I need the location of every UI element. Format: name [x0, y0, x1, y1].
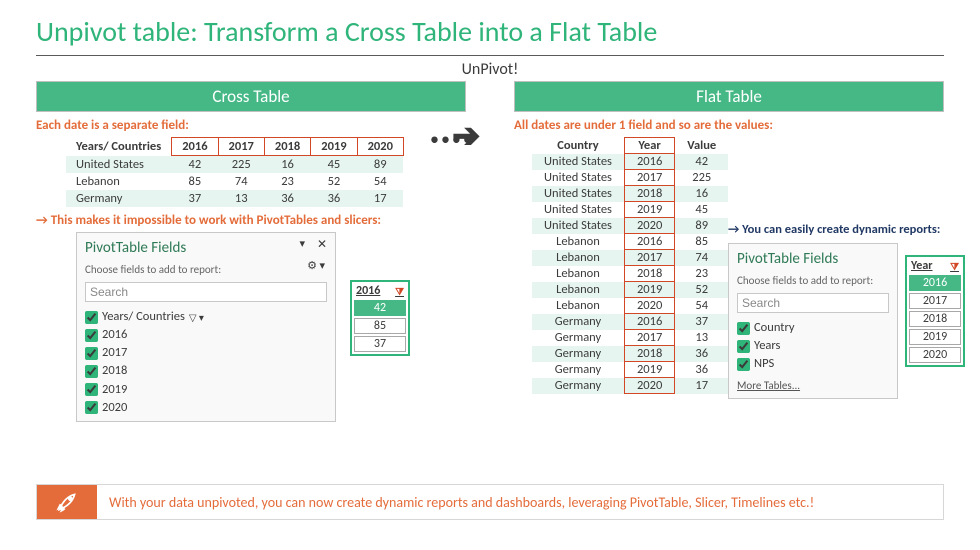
flat-col-head: Year: [624, 138, 674, 154]
table-row: Lebanon201685: [532, 234, 728, 250]
table-row: Germany201936: [532, 362, 728, 378]
table-row: United States2017225: [532, 170, 728, 186]
pivot-fields-panel[interactable]: ▾ ✕ PivotTable Fields Choose fields to a…: [76, 232, 336, 422]
table-row: Lebanon202054: [532, 298, 728, 314]
slicer-item[interactable]: 85: [354, 318, 406, 334]
table-row: Germany201637: [532, 314, 728, 330]
cross-year-head: 2017: [218, 138, 264, 156]
cross-caption2: → This makes it impossible to work with …: [36, 207, 466, 232]
pivot-fields-panel-right[interactable]: PivotTable Fields Choose fields to add t…: [728, 243, 898, 399]
tip-bar: With your data unpivoted, you can now cr…: [36, 484, 944, 520]
pivot-fields-title: PivotTable Fields: [737, 250, 889, 268]
cross-corner: Years/ Countries: [66, 138, 172, 156]
table-row: United States201642: [532, 154, 728, 170]
gear-icon[interactable]: ⚙ ▾: [307, 259, 325, 272]
table-row: Germany201713: [532, 330, 728, 346]
filter-icon[interactable]: ⧩: [395, 285, 404, 298]
field-checkbox[interactable]: 2018: [85, 362, 327, 380]
close-icon[interactable]: ✕: [317, 237, 327, 252]
table-row: United States42225164589: [66, 156, 403, 174]
table-row: Lebanon8574235254: [66, 173, 403, 190]
slicer-item[interactable]: 37: [354, 336, 406, 352]
slicer-item[interactable]: 2020: [909, 347, 961, 363]
cross-year-head: 2019: [311, 138, 357, 156]
field-checkbox[interactable]: 2017: [85, 344, 327, 362]
search-input[interactable]: [737, 293, 889, 313]
cross-table-column: Cross Table Each date is a separate fiel…: [36, 81, 466, 422]
pivot-fields-list[interactable]: Country Years NPS: [737, 319, 889, 373]
flat-caption: All dates are under 1 field and so are t…: [514, 112, 944, 137]
table-row: Lebanon201774: [532, 250, 728, 266]
table-row: United States202089: [532, 218, 728, 234]
flat-col-head: Value: [675, 138, 728, 154]
cross-caption: Each date is a separate field:: [36, 112, 466, 137]
slicer-item[interactable]: 2016: [909, 275, 961, 291]
flat-table-header: Flat Table: [514, 81, 944, 112]
field-checkbox[interactable]: NPS: [737, 355, 889, 373]
slicer-year[interactable]: Year⧩ 2016 2017 2018 2019 2020: [905, 255, 965, 367]
slicer-item[interactable]: 2018: [909, 311, 961, 327]
divider: [36, 55, 944, 56]
dynamic-reports-note: → You can easily create dynamic reports:: [728, 222, 958, 237]
table-row: Germany3713363617: [66, 190, 403, 207]
search-input[interactable]: [85, 282, 327, 302]
unpivot-label: UnPivot!: [0, 60, 980, 79]
slicer-item[interactable]: 42: [354, 300, 406, 316]
cross-table-header: Cross Table: [36, 81, 466, 112]
cross-table: Years/ Countries 2016 2017 2018 2019 202…: [66, 137, 404, 207]
flat-col-head: Country: [532, 138, 624, 154]
field-checkbox[interactable]: Years: [737, 337, 889, 355]
table-row: Germany202017: [532, 378, 728, 394]
table-row: United States201945: [532, 202, 728, 218]
more-tables-link[interactable]: More Tables...: [737, 379, 889, 392]
slicer-head: Year⧩: [909, 259, 961, 273]
table-row: United States201816: [532, 186, 728, 202]
slicer-item[interactable]: 2019: [909, 329, 961, 345]
field-checkbox[interactable]: 2020: [85, 399, 327, 417]
tip-text: With your data unpivoted, you can now cr…: [97, 485, 943, 519]
page-title: Unpivot table: Transform a Cross Table i…: [0, 0, 980, 55]
pivot-fields-sub: Choose fields to add to report:: [737, 274, 889, 287]
pivot-fields-title: PivotTable Fields: [85, 239, 327, 257]
chevron-down-icon[interactable]: ▾: [299, 237, 305, 250]
slicer-2016[interactable]: 2016⧩ 42 85 37: [350, 280, 410, 356]
filter-icon[interactable]: ⧩: [950, 260, 959, 273]
slicer-head: 2016⧩: [354, 284, 406, 298]
cross-year-head: 2020: [357, 138, 403, 156]
field-checkbox[interactable]: 2019: [85, 381, 327, 399]
filter-icon[interactable]: ▽ ▾: [189, 311, 204, 326]
table-row: Lebanon201952: [532, 282, 728, 298]
field-checkbox[interactable]: Country: [737, 319, 889, 337]
field-checkbox[interactable]: Years/ Countries▽ ▾: [85, 308, 327, 326]
field-checkbox[interactable]: 2016: [85, 326, 327, 344]
rocket-icon: [37, 485, 97, 519]
flat-table: Country Year Value United States201642Un…: [532, 137, 728, 394]
table-row: Germany201836: [532, 346, 728, 362]
cross-year-head: 2016: [172, 138, 218, 156]
pivot-fields-list[interactable]: Years/ Countries▽ ▾ 2016 2017 2018 2019 …: [85, 308, 327, 417]
pivot-fields-sub: Choose fields to add to report:: [85, 263, 327, 276]
slicer-item[interactable]: 2017: [909, 293, 961, 309]
cross-year-head: 2018: [264, 138, 310, 156]
table-row: Lebanon201823: [532, 266, 728, 282]
